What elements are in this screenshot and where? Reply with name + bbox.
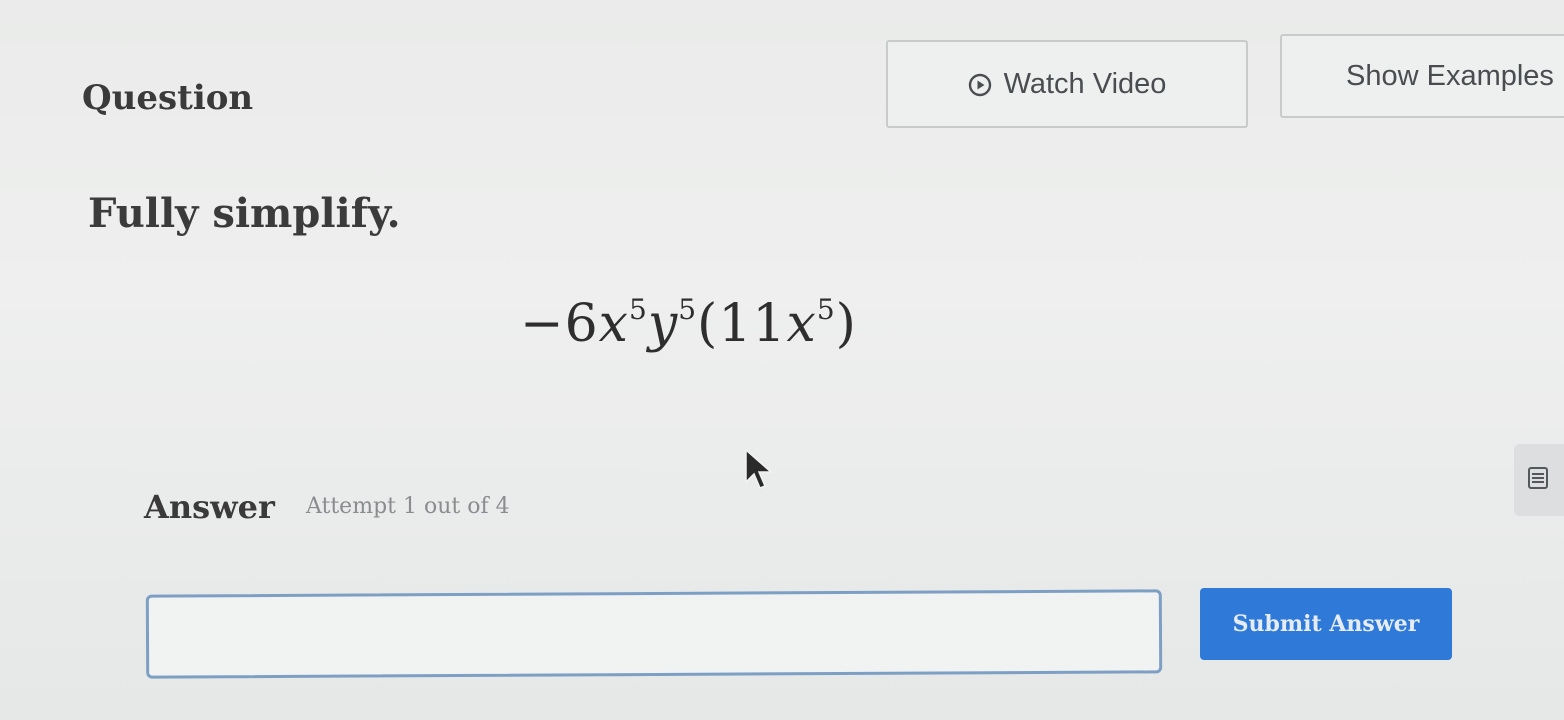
menu-icon xyxy=(1528,466,1550,495)
expr-inner-close: ) xyxy=(835,294,857,354)
show-examples-button[interactable]: Show Examples xyxy=(1280,34,1564,118)
answer-label: Answer xyxy=(144,488,275,526)
expr-inner-open: (11 xyxy=(697,294,787,354)
mouse-pointer-icon xyxy=(744,448,780,496)
side-menu-tab[interactable] xyxy=(1514,444,1564,516)
question-page: Question Watch Video Show Examples Fully… xyxy=(0,0,1564,720)
expr-coefficient: −6 xyxy=(520,294,599,354)
problem-instruction: Fully simplify. xyxy=(88,190,401,237)
expr-inner-exp-x: 5 xyxy=(816,292,836,326)
watch-video-button[interactable]: Watch Video xyxy=(886,40,1248,128)
question-heading: Question xyxy=(82,78,254,118)
submit-answer-button[interactable]: Submit Answer xyxy=(1200,588,1452,660)
expr-inner-var-x: x xyxy=(786,294,817,354)
expr-var-y: y xyxy=(647,294,679,354)
show-examples-label: Show Examples xyxy=(1346,59,1554,92)
watch-video-label: Watch Video xyxy=(1003,67,1167,100)
play-circle-icon xyxy=(968,72,992,97)
expr-var-x: x xyxy=(598,294,629,354)
answer-input[interactable] xyxy=(145,589,1163,679)
expr-exp-x: 5 xyxy=(628,292,648,326)
expr-exp-y: 5 xyxy=(678,292,698,326)
math-expression: −6x5y5(11x5) xyxy=(520,292,857,354)
attempt-counter: Attempt 1 out of 4 xyxy=(306,494,510,519)
